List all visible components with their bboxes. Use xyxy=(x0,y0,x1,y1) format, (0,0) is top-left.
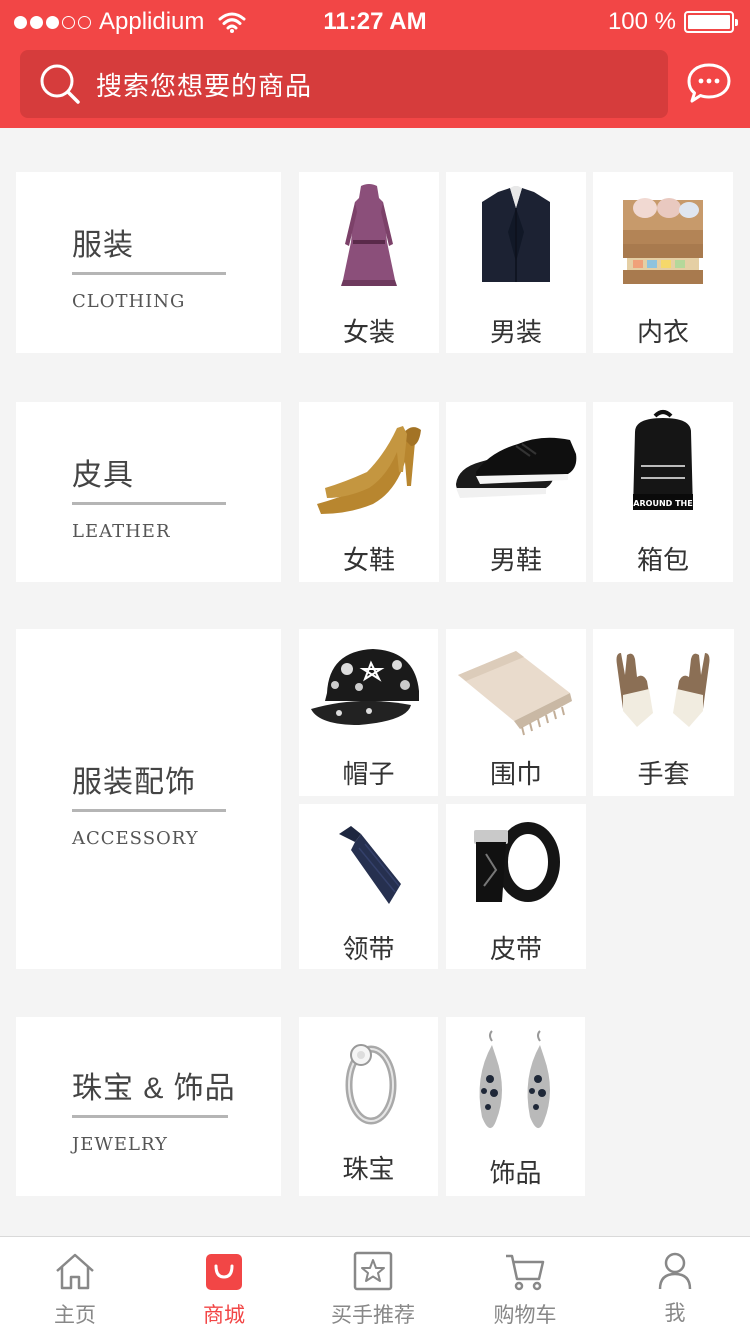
item-label: 领带 xyxy=(342,934,395,964)
header: Applidium 11:27 AM 100 % 搜索您想要的商品 xyxy=(0,0,750,128)
hat-image xyxy=(311,649,419,725)
battery-icon xyxy=(684,11,738,33)
tab-label: 购物车 xyxy=(493,1304,557,1327)
item-gloves[interactable]: 手套 xyxy=(593,629,734,796)
item-ornaments[interactable]: 饰品 xyxy=(446,1017,585,1196)
tab-shop[interactable]: 商城 xyxy=(149,1237,299,1334)
status-bar: Applidium 11:27 AM 100 % xyxy=(0,0,750,44)
item-mens-shoes[interactable]: 男鞋 xyxy=(446,402,586,582)
item-hats[interactable]: 帽子 xyxy=(299,629,438,796)
tab-label: 买手推荐 xyxy=(331,1304,415,1327)
category-subtitle: JEWELRY xyxy=(72,1134,168,1155)
item-womens-shoes[interactable]: 女鞋 xyxy=(299,402,439,582)
tab-label: 商城 xyxy=(203,1304,245,1327)
item-label: 围巾 xyxy=(489,759,542,789)
message-icon[interactable] xyxy=(686,62,732,104)
tab-label: 我 xyxy=(664,1302,686,1325)
item-label: 男鞋 xyxy=(489,545,542,575)
item-label: 珠宝 xyxy=(342,1154,395,1184)
tab-label: 主页 xyxy=(54,1304,96,1327)
item-label: 手套 xyxy=(637,759,690,789)
shop-bag-icon xyxy=(206,1254,242,1290)
tab-bar: 主页 商城 买手推荐 购物车 我 xyxy=(0,1236,750,1334)
item-label: 皮带 xyxy=(489,934,542,964)
category-title: 服装 xyxy=(72,220,226,275)
category-title: 皮具 xyxy=(72,450,226,505)
item-underwear[interactable]: 内衣 xyxy=(593,172,733,353)
heels-image xyxy=(317,426,421,514)
item-label: 女鞋 xyxy=(342,545,395,575)
item-mens-wear[interactable]: 男装 xyxy=(446,172,586,353)
search-icon xyxy=(40,64,80,104)
tab-home[interactable]: 主页 xyxy=(0,1237,150,1334)
battery-percent: 100 % xyxy=(607,8,676,35)
tie-image xyxy=(339,826,401,904)
person-icon xyxy=(658,1252,692,1290)
search-input[interactable]: 搜索您想要的商品 xyxy=(20,50,668,118)
item-womens-wear[interactable]: 女装 xyxy=(299,172,439,353)
category-jewelry[interactable]: 珠宝 & 饰品 JEWELRY xyxy=(16,1017,281,1196)
category-leather[interactable]: 皮具 LEATHER xyxy=(16,402,281,582)
cart-icon xyxy=(506,1254,545,1291)
item-label: 内衣 xyxy=(636,317,689,347)
mens-shoes-image xyxy=(456,437,577,498)
underwear-drawer-image xyxy=(623,198,703,284)
category-subtitle: LEATHER xyxy=(72,521,171,542)
star-icon xyxy=(353,1251,393,1291)
svg-text:AROUND THE: AROUND THE xyxy=(633,499,692,508)
category-clothing[interactable]: 服装 CLOTHING xyxy=(16,172,281,353)
item-label: 男装 xyxy=(489,317,542,347)
item-label: 女装 xyxy=(342,317,395,347)
search-placeholder: 搜索您想要的商品 xyxy=(96,70,313,101)
suit-image xyxy=(482,186,550,282)
earrings-image xyxy=(479,1030,550,1129)
home-icon xyxy=(56,1253,94,1290)
category-title: 珠宝 & 饰品 xyxy=(72,1063,235,1118)
gloves-image xyxy=(616,653,710,727)
category-accessory[interactable]: 服装配饰 ACCESSORY xyxy=(16,629,281,969)
item-label: 饰品 xyxy=(489,1158,542,1188)
item-bags[interactable]: AROUND THE 箱包 xyxy=(593,402,733,582)
item-ties[interactable]: 领带 xyxy=(299,804,438,969)
tab-cart[interactable]: 购物车 xyxy=(450,1237,600,1334)
item-belts[interactable]: 皮带 xyxy=(446,804,586,969)
dress-image xyxy=(341,184,397,286)
tab-recommend[interactable]: 买手推荐 xyxy=(298,1237,448,1334)
scarf-image xyxy=(458,651,572,736)
item-jewelry[interactable]: 珠宝 xyxy=(299,1017,438,1196)
belt-image xyxy=(474,822,560,902)
ring-image xyxy=(345,1044,397,1125)
category-title: 服装配饰 xyxy=(72,757,226,812)
item-label: 帽子 xyxy=(342,759,395,789)
category-subtitle: CLOTHING xyxy=(72,291,186,312)
item-label: 箱包 xyxy=(636,545,689,575)
backpack-image: AROUND THE xyxy=(633,410,693,510)
item-scarves[interactable]: 围巾 xyxy=(446,629,586,796)
category-subtitle: ACCESSORY xyxy=(72,828,199,849)
tab-me[interactable]: 我 xyxy=(600,1237,750,1334)
